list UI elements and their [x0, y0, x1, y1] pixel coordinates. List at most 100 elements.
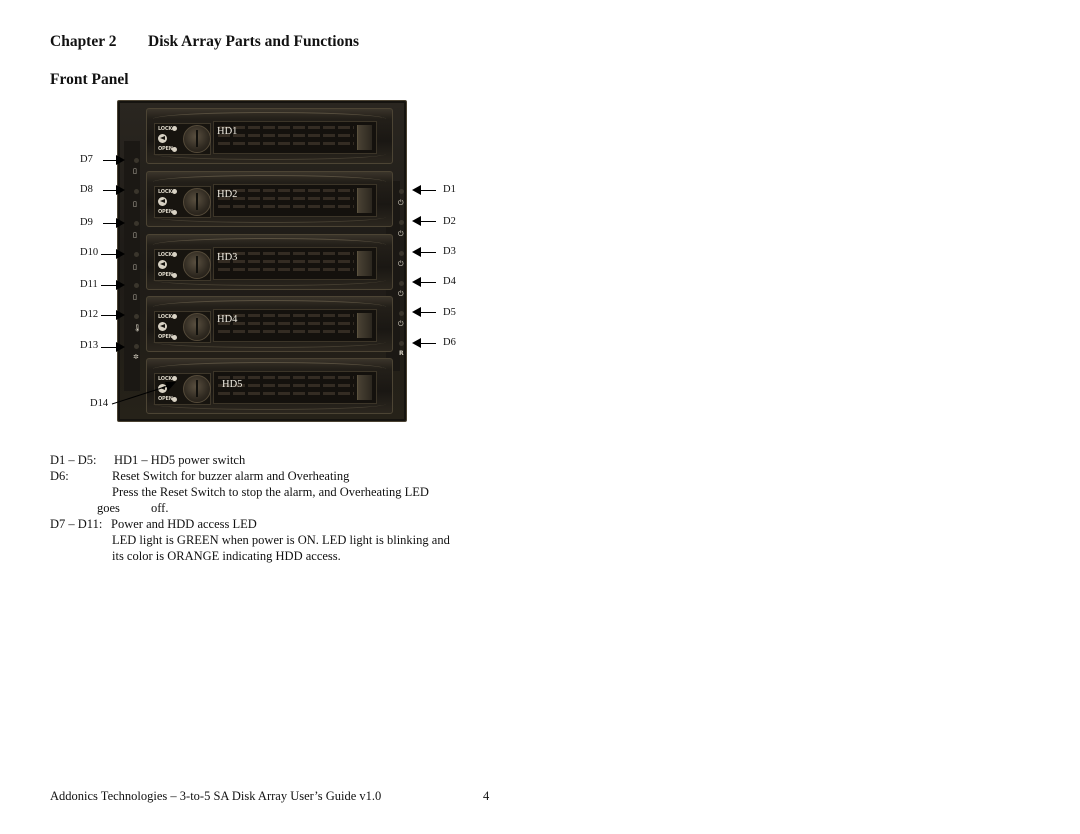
key-lock-icon	[183, 125, 211, 153]
lock-plate: LOCK OPEN	[154, 249, 211, 281]
reset-switch-icon: R	[399, 350, 404, 357]
key-lock-icon	[183, 188, 211, 216]
lock-text: LOCK	[158, 189, 173, 195]
description-text: its color is ORANGE indicating HDD acces…	[112, 549, 341, 563]
arrow-diagonal-icon	[111, 382, 176, 405]
led-d1	[399, 189, 404, 194]
led-d10	[134, 252, 139, 257]
hdd-icon: ▯	[133, 263, 137, 271]
tray-label: HD1	[217, 126, 238, 137]
drive-tray-hd1: LOCK OPEN HD1	[146, 108, 393, 164]
eject-arrow-icon	[158, 322, 167, 331]
page-number: 4	[483, 789, 490, 803]
callout-d12: D12	[80, 309, 99, 320]
key-lock-icon	[183, 313, 211, 341]
power-switch-hd1: ⏻	[398, 199, 404, 207]
power-switch-hd2: ⏻	[398, 230, 404, 238]
eject-arrow-icon	[158, 260, 167, 269]
description-text: Power and HDD access LED	[111, 517, 257, 531]
tray-grille	[213, 184, 377, 217]
arrow-right-icon	[101, 310, 125, 320]
hdd-icon: ▯	[133, 293, 137, 301]
drive-tray-hd3: LOCK OPEN HD3	[146, 234, 393, 290]
arrow-left-icon	[412, 338, 436, 348]
locked-icon	[172, 252, 177, 257]
chapter-number: Chapter 2	[50, 33, 117, 50]
fan-icon: ✲	[133, 353, 139, 361]
description-text: HD1 – HD5 power switch	[114, 453, 246, 467]
locked-icon	[172, 314, 177, 319]
callout-d1: D1	[443, 184, 456, 195]
unlocked-icon	[172, 210, 177, 215]
callout-d14: D14	[90, 398, 109, 409]
tray-label: HD5	[222, 379, 243, 390]
unlocked-icon	[172, 273, 177, 278]
lock-plate: LOCK OPEN	[154, 186, 211, 218]
arrow-left-icon	[412, 307, 436, 317]
arrow-right-icon	[101, 280, 125, 290]
disk-array-front-panel-photo: LOCK OPEN HD1 LOCK OPEN HD2 LOCK OPEN HD…	[117, 100, 407, 422]
drive-tray-hd2: LOCK OPEN HD2	[146, 171, 393, 227]
led-d8	[134, 189, 139, 194]
power-switch-hd3: ⏻	[398, 260, 404, 268]
led-d9	[134, 221, 139, 226]
description-text: off.	[151, 501, 169, 515]
description-text: LED light is GREEN when power is ON. LED…	[112, 533, 450, 547]
led-d4	[399, 281, 404, 286]
callout-d11: D11	[80, 279, 98, 290]
tray-handle	[357, 251, 372, 276]
arrow-right-icon	[103, 218, 125, 228]
description-term: D6:	[50, 469, 69, 483]
arrow-right-icon	[103, 155, 125, 165]
led-d13	[134, 344, 139, 349]
tray-grille	[213, 309, 377, 342]
callout-d5: D5	[443, 307, 456, 318]
tray-label: HD2	[217, 189, 238, 200]
tray-handle	[357, 375, 372, 400]
drive-tray-hd5: LOCK OPEN HD5	[146, 358, 393, 414]
arrow-left-icon	[412, 185, 436, 195]
callout-d9: D9	[80, 217, 93, 228]
callout-d10: D10	[80, 247, 99, 258]
hdd-icon: ▯	[133, 200, 137, 208]
callout-d3: D3	[443, 246, 456, 257]
hdd-icon: ▯	[133, 167, 137, 175]
tray-grille	[213, 247, 377, 280]
unlocked-icon	[172, 335, 177, 340]
lock-text: LOCK	[158, 314, 173, 320]
open-text: OPEN	[158, 272, 173, 278]
footer-text: Addonics Technologies – 3-to-5 SA Disk A…	[50, 789, 382, 803]
led-d12	[134, 314, 139, 319]
callout-d13: D13	[80, 340, 99, 351]
lock-plate: LOCK OPEN	[154, 311, 211, 343]
callout-d7: D7	[80, 154, 93, 165]
section-title: Front Panel	[50, 71, 129, 88]
callout-d4: D4	[443, 276, 456, 287]
description-text: Reset Switch for buzzer alarm and Overhe…	[112, 469, 350, 483]
tray-grille	[213, 121, 377, 154]
open-text: OPEN	[158, 334, 173, 340]
description-text: Press the Reset Switch to stop the alarm…	[112, 485, 429, 499]
arrow-right-icon	[101, 342, 125, 352]
lock-text: LOCK	[158, 252, 173, 258]
arrow-right-icon	[103, 185, 125, 195]
led-d5	[399, 311, 404, 316]
description-term: D1 – D5:	[50, 453, 97, 467]
lock-text: LOCK	[158, 126, 173, 132]
led-d11	[134, 283, 139, 288]
tray-handle	[357, 188, 372, 213]
arrow-left-icon	[412, 277, 436, 287]
description-term: goes	[97, 501, 120, 515]
led-d2	[399, 220, 404, 225]
lock-plate: LOCK OPEN	[154, 123, 211, 155]
chapter-title: Disk Array Parts and Functions	[148, 33, 359, 50]
callout-d6: D6	[443, 337, 456, 348]
description-term: D7 – D11:	[50, 517, 103, 531]
led-d6	[399, 341, 404, 346]
locked-icon	[172, 126, 177, 131]
callout-d2: D2	[443, 216, 456, 227]
callout-d8: D8	[80, 184, 93, 195]
eject-arrow-icon	[158, 197, 167, 206]
key-lock-icon	[183, 375, 211, 403]
tray-handle	[357, 125, 372, 150]
